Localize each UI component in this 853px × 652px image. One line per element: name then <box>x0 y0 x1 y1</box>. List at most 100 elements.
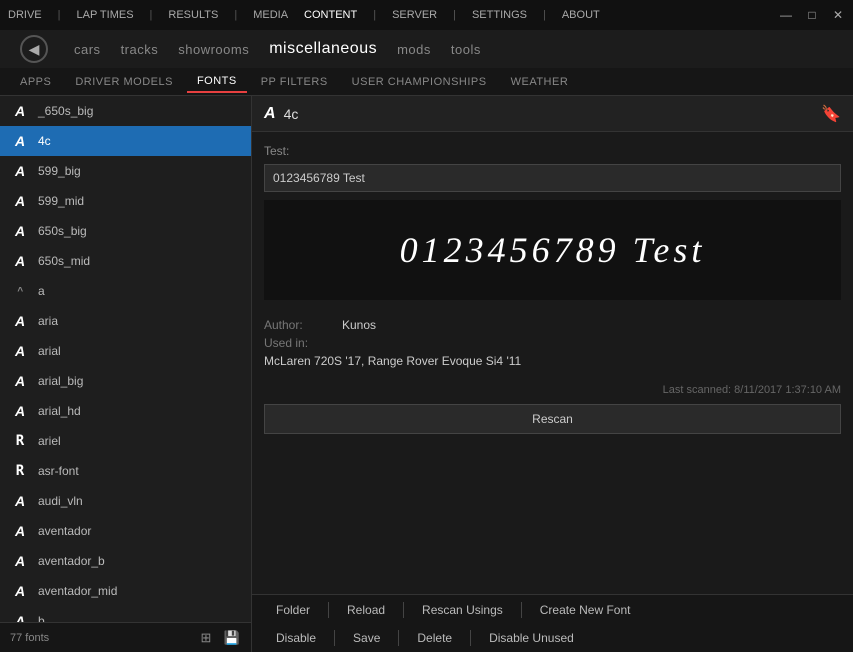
sep6: | <box>543 9 546 21</box>
font-name: a <box>38 284 45 298</box>
right-header: A 4c 🔖 <box>252 96 853 132</box>
font-name: 599_mid <box>38 194 84 208</box>
list-item[interactable]: ^ a <box>0 276 251 306</box>
meta-section: Author: Kunos Used in: McLaren 720S '17,… <box>264 314 841 376</box>
nav-miscellaneous[interactable]: miscellaneous <box>269 40 377 58</box>
save-button[interactable]: Save <box>339 628 394 648</box>
menu-results[interactable]: RESULTS <box>168 9 218 21</box>
delete-button[interactable]: Delete <box>403 628 466 648</box>
used-in-row: Used in: <box>264 336 841 350</box>
test-label: Test: <box>264 144 841 158</box>
sep3: | <box>234 9 237 21</box>
sep5: | <box>453 9 456 21</box>
font-name: aventador <box>38 524 91 538</box>
left-footer: 77 fonts ⊞ 💾 <box>0 622 251 652</box>
left-footer-icons: ⊞ 💾 <box>197 629 241 647</box>
save-icon[interactable]: 💾 <box>223 629 241 647</box>
disable-unused-button[interactable]: Disable Unused <box>475 628 588 648</box>
nav-cars[interactable]: cars <box>74 42 101 57</box>
right-content: Test: 0123456789 Test Author: Kunos Used… <box>252 132 853 594</box>
menu-settings[interactable]: SETTINGS <box>472 9 527 21</box>
menu-media[interactable]: MEDIA <box>253 9 288 21</box>
author-value: Kunos <box>342 318 376 332</box>
bookmark-icon[interactable]: 🔖 <box>821 104 841 124</box>
toolbar-sep <box>521 602 522 618</box>
title-bar-menu: DRIVE | LAP TIMES | RESULTS | MEDIA CONT… <box>8 9 600 21</box>
nav-tracks[interactable]: tracks <box>121 42 159 57</box>
list-item[interactable]: A aventador <box>0 516 251 546</box>
font-icon: A <box>10 551 30 571</box>
font-name: arial <box>38 344 61 358</box>
font-icon: A <box>10 191 30 211</box>
font-icon: A <box>10 371 30 391</box>
list-item[interactable]: R asr-font <box>0 456 251 486</box>
font-name: aria <box>38 314 58 328</box>
used-in-value-row: McLaren 720S '17, Range Rover Evoque Si4… <box>264 354 841 368</box>
rescan-usings-button[interactable]: Rescan Usings <box>408 600 517 620</box>
back-button[interactable]: ◀ <box>20 35 48 63</box>
rescan-button[interactable]: Rescan <box>264 404 841 434</box>
test-input[interactable] <box>264 164 841 192</box>
used-in-label: Used in: <box>264 336 334 350</box>
toolbar-sep <box>470 630 471 646</box>
tab-user-championships[interactable]: USER CHAMPIONSHIPS <box>342 72 497 92</box>
author-label: Author: <box>264 318 334 332</box>
font-name: ariel <box>38 434 61 448</box>
tab-pp-filters[interactable]: PP FILTERS <box>251 72 338 92</box>
menu-laptimes[interactable]: LAP TIMES <box>76 9 133 21</box>
list-item[interactable]: A audi_vln <box>0 486 251 516</box>
list-item[interactable]: A 650s_big <box>0 216 251 246</box>
expand-icon[interactable]: ⊞ <box>197 629 215 647</box>
font-icon: A <box>10 341 30 361</box>
font-icon: A <box>10 311 30 331</box>
list-item[interactable]: A _650s_big <box>0 96 251 126</box>
right-title: 4c <box>284 106 299 122</box>
list-item[interactable]: R ariel <box>0 426 251 456</box>
tab-bar: APPS DRIVER MODELS FONTS PP FILTERS USER… <box>0 68 853 96</box>
sep2: | <box>150 9 153 21</box>
disable-button[interactable]: Disable <box>262 628 330 648</box>
list-item[interactable]: A arial_hd <box>0 396 251 426</box>
menu-about[interactable]: ABOUT <box>562 9 600 21</box>
list-item[interactable]: A 4c <box>0 126 251 156</box>
list-item[interactable]: A aventador_mid <box>0 576 251 606</box>
font-name: 650s_mid <box>38 254 90 268</box>
list-item[interactable]: A b <box>0 606 251 622</box>
author-row: Author: Kunos <box>264 318 841 332</box>
list-item[interactable]: A 599_mid <box>0 186 251 216</box>
right-panel: A 4c 🔖 Test: 0123456789 Test Author: Kun… <box>252 96 853 652</box>
right-header-left: A 4c <box>264 105 298 123</box>
font-name: 650s_big <box>38 224 87 238</box>
tab-driver-models[interactable]: DRIVER MODELS <box>65 72 183 92</box>
nav-showrooms[interactable]: showrooms <box>178 42 249 57</box>
font-name: asr-font <box>38 464 79 478</box>
font-icon: A <box>10 611 30 622</box>
list-item[interactable]: A arial_big <box>0 366 251 396</box>
menu-server[interactable]: SERVER <box>392 9 437 21</box>
menu-drive[interactable]: DRIVE <box>8 9 42 21</box>
tab-fonts[interactable]: FONTS <box>187 71 247 93</box>
list-item[interactable]: A 599_big <box>0 156 251 186</box>
toolbar-sep <box>334 630 335 646</box>
left-panel: A _650s_big A 4c A 599_big A 599_mid A 6… <box>0 96 252 652</box>
create-new-font-button[interactable]: Create New Font <box>526 600 645 620</box>
sep1: | <box>58 9 61 21</box>
list-item[interactable]: A 650s_mid <box>0 246 251 276</box>
preview-text: 0123456789 Test <box>400 229 706 271</box>
nav-tools[interactable]: tools <box>451 42 481 57</box>
font-icon: A <box>10 131 30 151</box>
reload-button[interactable]: Reload <box>333 600 399 620</box>
folder-button[interactable]: Folder <box>262 600 324 620</box>
list-item[interactable]: A aventador_b <box>0 546 251 576</box>
menu-content[interactable]: CONTENT <box>304 9 357 21</box>
close-button[interactable]: ✕ <box>831 8 845 22</box>
used-in-value: McLaren 720S '17, Range Rover Evoque Si4… <box>264 354 521 368</box>
minimize-button[interactable]: — <box>779 8 793 22</box>
list-item[interactable]: A aria <box>0 306 251 336</box>
tab-apps[interactable]: APPS <box>10 72 61 92</box>
list-item[interactable]: A arial <box>0 336 251 366</box>
tab-weather[interactable]: WEATHER <box>501 72 579 92</box>
main-content: A _650s_big A 4c A 599_big A 599_mid A 6… <box>0 96 853 652</box>
nav-mods[interactable]: mods <box>397 42 431 57</box>
maximize-button[interactable]: □ <box>805 8 819 22</box>
